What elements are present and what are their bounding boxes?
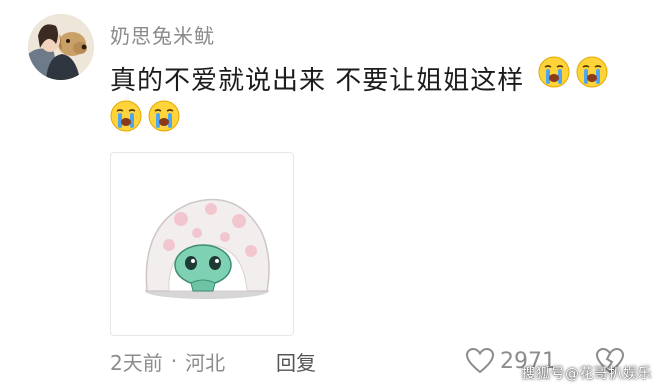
crying-face-icon — [576, 56, 608, 88]
watermark: 搜狐号@花哥扒娱乐 — [521, 366, 652, 382]
meta-separator: · — [170, 349, 178, 373]
crying-emoji — [538, 56, 570, 92]
reply-button[interactable]: 回复 — [276, 346, 316, 376]
crying-face-icon — [148, 100, 180, 132]
comment-meta: 2天前 · 河北 — [110, 346, 225, 376]
sticker-illustration — [145, 198, 270, 299]
emoji-row — [110, 100, 180, 132]
crying-emoji — [576, 56, 608, 92]
sticker-image[interactable] — [110, 152, 294, 336]
crying-face-icon — [538, 56, 570, 88]
avatar-image — [28, 14, 94, 80]
crying-face-icon — [110, 100, 142, 132]
user-avatar[interactable] — [28, 14, 94, 80]
heart-icon — [466, 348, 494, 374]
comment-time: 2天前 — [110, 350, 163, 375]
comment-location: 河北 — [185, 350, 226, 375]
comment-username[interactable]: 奶思兔米鱿 — [110, 20, 215, 49]
